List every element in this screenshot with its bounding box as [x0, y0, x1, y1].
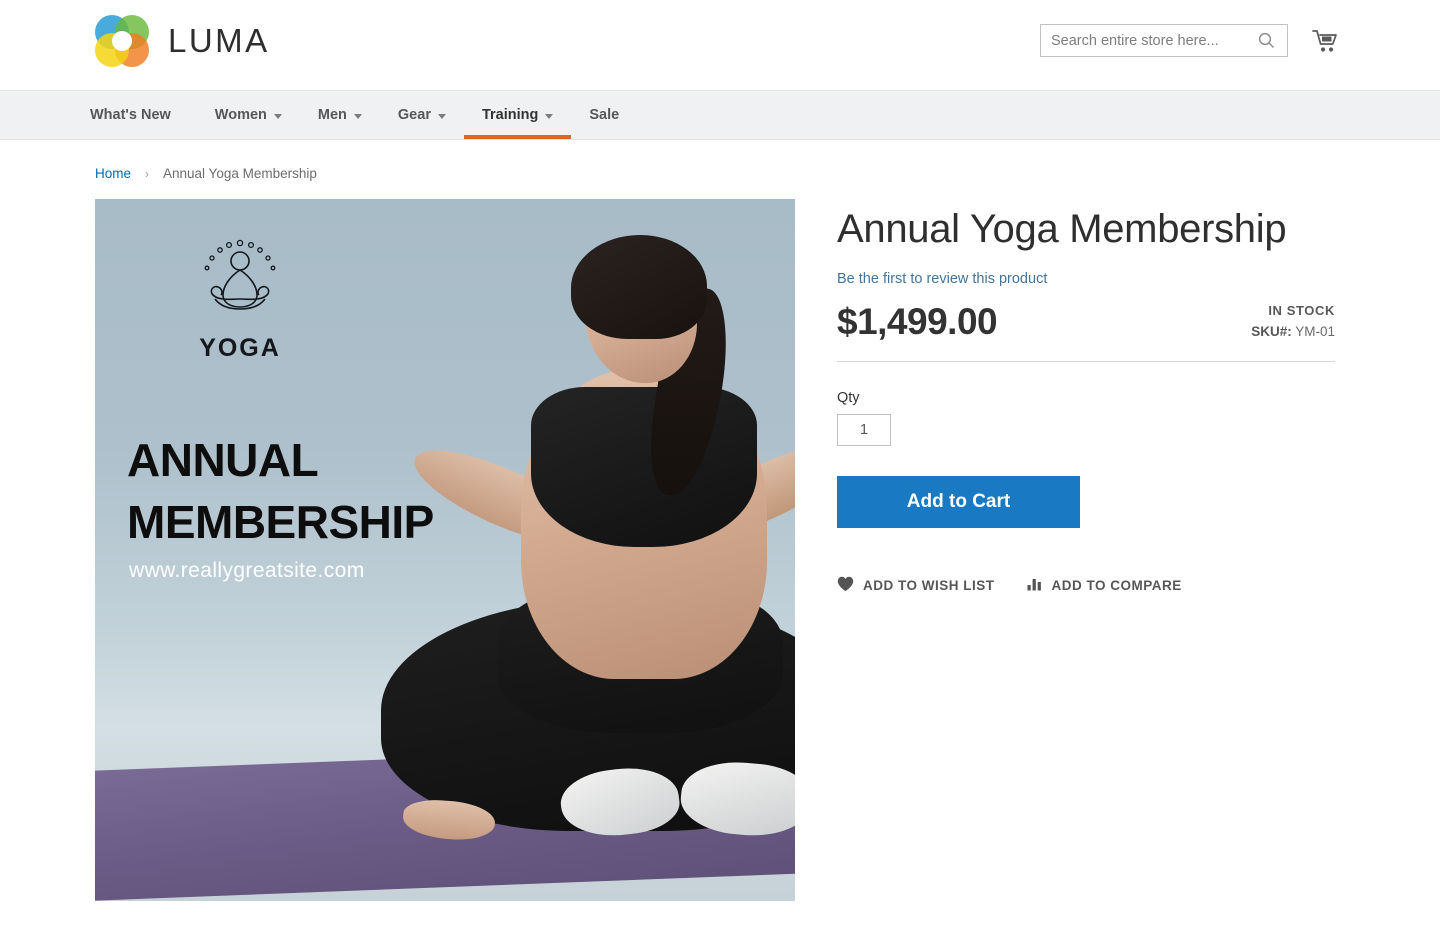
nav-label: Gear	[397, 107, 431, 123]
breadcrumb: Home › Annual Yoga Membership	[0, 140, 1440, 181]
site-logo[interactable]: LUMA	[90, 12, 270, 70]
page-title: Annual Yoga Membership	[837, 207, 1287, 251]
chevron-down-icon	[437, 114, 446, 119]
site-header: LUMA	[0, 0, 1440, 90]
yoga-badge-word: YOGA	[199, 334, 281, 362]
breadcrumb-separator-icon: ›	[145, 166, 150, 181]
product-price: $1,499.00	[837, 300, 998, 342]
nav-label: Men	[317, 107, 347, 123]
chevron-down-icon	[545, 114, 554, 119]
stock-and-sku: IN STOCK SKU#: YM-01	[1251, 302, 1335, 343]
yoga-lotus-figure-icon	[193, 239, 287, 327]
nav-item-sale[interactable]: Sale	[571, 91, 637, 139]
main-navigation: What's New Women Men Gear Training Sale	[0, 90, 1440, 140]
status-badge: IN STOCK	[1268, 302, 1335, 318]
quantity-input[interactable]	[837, 413, 891, 446]
review-link[interactable]: Be the first to review this product	[837, 271, 1047, 287]
nav-label: Training	[481, 107, 539, 123]
product-image[interactable]: YOGA ANNUAL MEMBERSHIP www.reallygreatsi…	[95, 199, 795, 901]
yoga-badge: YOGA	[175, 237, 305, 363]
shopping-cart-icon[interactable]	[1308, 24, 1342, 58]
product-info: Annual Yoga Membership Be the first to r…	[837, 199, 1357, 901]
nav-item-training[interactable]: Training	[463, 91, 572, 139]
chevron-down-icon	[273, 114, 282, 119]
add-to-compare-button[interactable]: ADD TO COMPARE	[1027, 576, 1182, 594]
secondary-actions: ADD TO WISH LIST ADD TO COMPARE	[837, 576, 1357, 595]
product-main: YOGA ANNUAL MEMBERSHIP www.reallygreatsi…	[0, 181, 1440, 901]
nav-item-gear[interactable]: Gear	[380, 91, 464, 139]
chevron-down-icon	[353, 114, 362, 119]
nav-label: Women	[214, 107, 267, 123]
add-to-cart-button[interactable]: Add to Cart	[837, 475, 1080, 528]
heart-icon	[837, 576, 854, 595]
wish-list-label: ADD TO WISH LIST	[863, 577, 995, 593]
luma-rings-logo-icon	[90, 12, 154, 70]
nav-label: Sale	[589, 107, 620, 123]
promo-title-line1: ANNUAL	[127, 434, 319, 486]
search-input[interactable]	[1041, 25, 1247, 56]
price-row: $1,499.00 IN STOCK SKU#: YM-01	[837, 301, 1335, 362]
sku-label: SKU#:	[1251, 323, 1292, 339]
nav-item-whats-new[interactable]: What's New	[90, 91, 197, 139]
nav-item-women[interactable]: Women	[197, 91, 300, 139]
promo-url: www.reallygreatsite.com	[129, 559, 365, 582]
promo-title-line2: MEMBERSHIP	[127, 496, 434, 549]
bar-chart-icon	[1027, 576, 1043, 594]
nav-label: What's New	[90, 107, 171, 123]
product-page: LUMA What's New Women	[0, 0, 1440, 901]
compare-label: ADD TO COMPARE	[1051, 577, 1182, 593]
search-box[interactable]	[1040, 24, 1288, 57]
sku-value: YM-01	[1295, 323, 1335, 339]
add-to-wish-list-button[interactable]: ADD TO WISH LIST	[837, 576, 995, 595]
logo-text: LUMA	[168, 22, 270, 59]
product-sku: SKU#: YM-01	[1251, 324, 1335, 339]
breadcrumb-home-link[interactable]: Home	[95, 166, 131, 181]
search-icon[interactable]	[1247, 25, 1285, 56]
nav-item-men[interactable]: Men	[300, 91, 380, 139]
breadcrumb-current: Annual Yoga Membership	[163, 166, 317, 181]
qty-label: Qty	[837, 389, 860, 406]
promo-title: ANNUAL MEMBERSHIP	[127, 429, 434, 553]
